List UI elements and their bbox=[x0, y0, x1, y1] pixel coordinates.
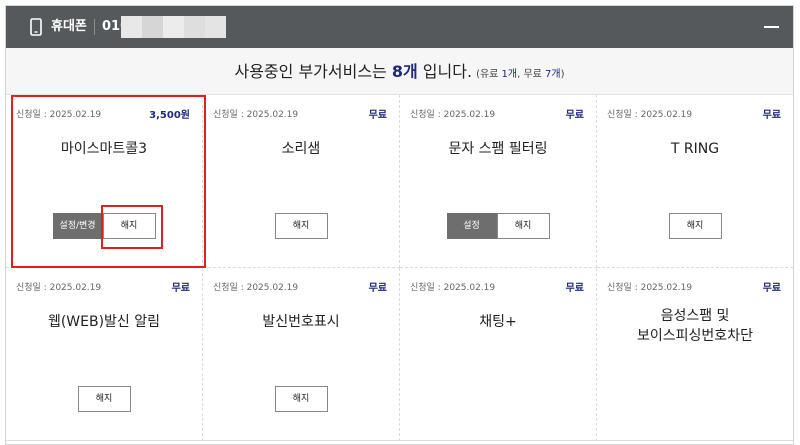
cancel-button[interactable]: 해지 bbox=[668, 213, 722, 239]
header-divider bbox=[94, 19, 95, 35]
price-label: 무료 bbox=[368, 283, 387, 294]
button-row: 설정/변경 해지 bbox=[6, 213, 202, 239]
mask-block bbox=[163, 16, 184, 38]
service-card-chatting-plus: 신청일 : 2025.02.19 무료 채팅+ bbox=[400, 268, 597, 441]
detail-mid: , 무료 bbox=[517, 69, 546, 80]
service-name: 발신번호표시 bbox=[262, 314, 340, 330]
paid-count: 1개 bbox=[501, 69, 518, 80]
service-name-line: 음성스팸 및 bbox=[660, 308, 730, 324]
minus-icon[interactable] bbox=[764, 26, 779, 28]
service-name-line: 보이스피싱번호차단 bbox=[637, 328, 753, 344]
cancel-button[interactable]: 해지 bbox=[77, 386, 131, 412]
service-card-t-ring: 신청일 : 2025.02.19 무료 T RING 해지 bbox=[597, 95, 793, 268]
apply-date: 신청일 : 2025.02.19 bbox=[16, 110, 102, 120]
detail-close: ) bbox=[560, 69, 565, 80]
bottom-divider bbox=[6, 440, 793, 441]
free-count: 7개 bbox=[545, 69, 561, 80]
price-label: 무료 bbox=[565, 110, 584, 121]
summary-detail: (유료 1개, 무료 7개) bbox=[476, 69, 564, 80]
apply-date: 신청일 : 2025.02.19 bbox=[607, 283, 693, 293]
setting-button[interactable]: 설정 bbox=[446, 213, 497, 239]
service-name: 채팅+ bbox=[479, 314, 517, 330]
apply-date: 신청일 : 2025.02.19 bbox=[213, 283, 299, 293]
cancel-button[interactable]: 해지 bbox=[274, 386, 328, 412]
service-panel: 휴대폰 010 사용중인 부가서비스는 8개 입니다. (유료 1개, 무료 7개… bbox=[5, 5, 794, 445]
apply-date: 신청일 : 2025.02.19 bbox=[213, 110, 299, 120]
summary-suffix: 입니다. bbox=[417, 62, 473, 81]
button-row: 해지 bbox=[597, 213, 793, 239]
summary-text: 사용중인 부가서비스는 8개 입니다. (유료 1개, 무료 7개) bbox=[6, 62, 793, 85]
button-row: 해지 bbox=[6, 386, 202, 412]
service-name: 문자 스팸 필터링 bbox=[448, 141, 548, 157]
service-card-web-notice: 신청일 : 2025.02.19 무료 웹(WEB)발신 알림 해지 bbox=[6, 268, 203, 441]
service-name: T RING bbox=[670, 141, 720, 157]
price-label: 무료 bbox=[171, 283, 190, 294]
mask-block bbox=[205, 16, 226, 38]
device-type-label: 휴대폰 bbox=[51, 19, 87, 34]
service-name: 마이스마트콜3 bbox=[60, 141, 148, 157]
service-card-spam-filter: 신청일 : 2025.02.19 무료 문자 스팸 필터링 설정 해지 bbox=[400, 95, 597, 268]
phone-icon bbox=[30, 18, 42, 36]
summary-prefix: 사용중인 부가서비스는 bbox=[234, 62, 392, 81]
summary-bar: 사용중인 부가서비스는 8개 입니다. (유료 1개, 무료 7개) bbox=[6, 48, 793, 95]
price-label: 무료 bbox=[565, 283, 584, 294]
service-card-voice-spam-block: 신청일 : 2025.02.19 무료 음성스팸 및 보이스피싱번호차단 bbox=[597, 268, 793, 441]
price-label: 무료 bbox=[762, 283, 781, 294]
service-card-my-smart-call: 신청일 : 2025.02.19 3,500원 마이스마트콜3 설정/변경 해지 bbox=[6, 95, 203, 268]
mask-block bbox=[142, 16, 163, 38]
mask-block bbox=[184, 16, 205, 38]
cancel-button[interactable]: 해지 bbox=[274, 213, 328, 239]
button-row: 해지 bbox=[203, 386, 399, 412]
masked-phone-number bbox=[121, 16, 227, 38]
service-card-caller-id: 신청일 : 2025.02.19 무료 발신번호표시 해지 bbox=[203, 268, 400, 441]
button-row: 해지 bbox=[203, 213, 399, 239]
apply-date: 신청일 : 2025.02.19 bbox=[607, 110, 693, 120]
price-label: 무료 bbox=[368, 110, 387, 121]
service-name: 웹(WEB)발신 알림 bbox=[47, 314, 161, 330]
service-name: 음성스팸 및 보이스피싱번호차단 bbox=[597, 306, 793, 346]
detail-open: (유료 bbox=[476, 69, 502, 80]
header-bar: 휴대폰 010 bbox=[6, 6, 793, 48]
price-label: 3,500원 bbox=[149, 110, 190, 121]
apply-date: 신청일 : 2025.02.19 bbox=[16, 283, 102, 293]
apply-date: 신청일 : 2025.02.19 bbox=[410, 283, 496, 293]
service-count: 8개 bbox=[391, 62, 418, 81]
price-label: 무료 bbox=[762, 110, 781, 121]
apply-date: 신청일 : 2025.02.19 bbox=[410, 110, 496, 120]
service-name: 소리샘 bbox=[281, 141, 321, 157]
button-row: 설정 해지 bbox=[400, 213, 596, 239]
mask-block bbox=[121, 16, 142, 38]
cancel-button[interactable]: 해지 bbox=[102, 213, 156, 239]
service-card-voicemail: 신청일 : 2025.02.19 무료 소리샘 해지 bbox=[203, 95, 400, 268]
cancel-button[interactable]: 해지 bbox=[496, 213, 550, 239]
setting-change-button[interactable]: 설정/변경 bbox=[52, 213, 103, 239]
